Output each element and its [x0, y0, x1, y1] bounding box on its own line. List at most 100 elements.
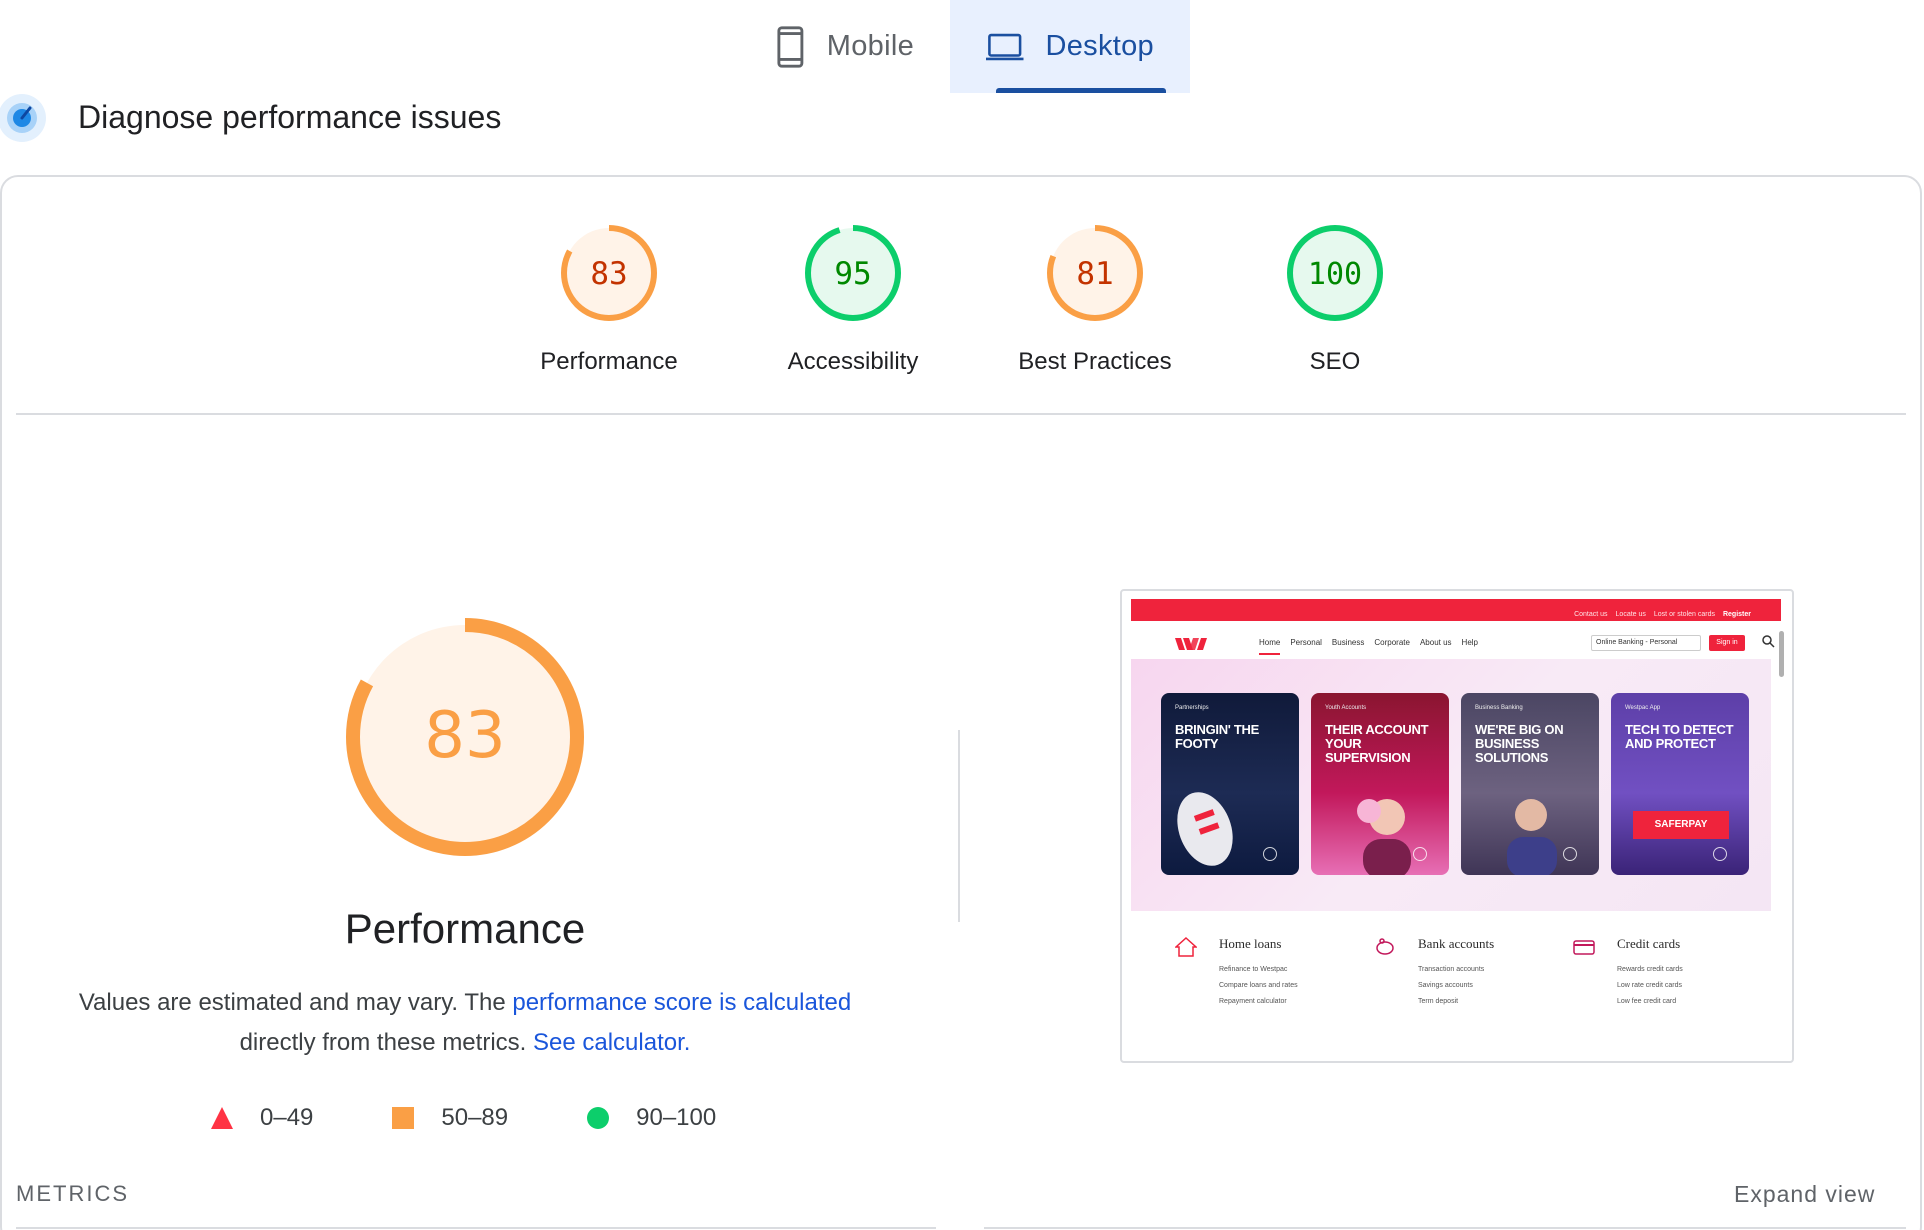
product-link: Rewards credit cards — [1617, 966, 1683, 973]
performance-description: Values are estimated and may vary. The p… — [40, 983, 890, 1063]
score-seo[interactable]: 100 SEO — [1215, 222, 1455, 376]
active-tab-indicator — [996, 88, 1166, 93]
plus-icon — [1563, 847, 1577, 861]
preview-top-links: Contact us Locate us Lost or stolen card… — [1574, 611, 1751, 618]
promo-tag: Partnerships — [1175, 705, 1209, 711]
square-icon — [392, 1107, 415, 1129]
score-value: 100 — [1308, 257, 1362, 292]
gauge-icon — [0, 94, 46, 142]
preview-nav-link: Home — [1259, 638, 1281, 655]
score-accessibility[interactable]: 95 Accessibility — [733, 222, 973, 376]
product-links: Refinance to Westpac Compare loans and r… — [1219, 962, 1298, 1010]
preview-top-bar: Contact us Locate us Lost or stolen card… — [1131, 599, 1781, 621]
product-link: Compare loans and rates — [1219, 982, 1298, 989]
promo-headline: TECH TO DETECT AND PROTECT — [1625, 722, 1734, 751]
product-link: Term deposit — [1418, 998, 1459, 1005]
see-calculator-link[interactable]: See calculator. — [533, 1029, 690, 1056]
football-image-icon — [1177, 792, 1233, 866]
preview-nav-link: Personal — [1290, 638, 1322, 647]
product-title: Bank accounts — [1418, 936, 1495, 951]
search-icon — [1762, 635, 1775, 648]
legend-range: 90–100 — [636, 1104, 717, 1131]
house-icon — [1175, 936, 1197, 957]
preview-promo-card: Business Banking WE'RE BIG ON BUSINESS S… — [1461, 693, 1599, 875]
plus-icon — [1263, 847, 1277, 861]
westpac-logo-icon — [1175, 638, 1207, 650]
preview-banking-select: Online Banking - Personal — [1591, 635, 1701, 651]
score-label: Accessibility — [787, 348, 919, 375]
product-links: Transaction accounts Savings accounts Te… — [1418, 962, 1484, 1010]
score-label: Performance — [540, 348, 678, 375]
legend-pass: 90–100 — [586, 1104, 716, 1132]
laptop-icon — [986, 33, 1024, 60]
score-label: SEO — [1309, 348, 1361, 375]
tab-desktop[interactable]: Desktop — [950, 0, 1190, 93]
product-title: Credit cards — [1617, 936, 1681, 951]
legend-range: 50–89 — [441, 1104, 509, 1131]
legend-average: 50–89 — [391, 1104, 508, 1132]
device-tabs: Mobile Desktop — [740, 0, 1190, 93]
performance-score-large: 83 — [424, 699, 505, 773]
preview-promo-card: Youth Accounts THEIR ACCOUNT YOUR SUPERV… — [1311, 693, 1449, 875]
score-value: 83 — [590, 256, 627, 292]
section-title: Diagnose performance issues — [78, 99, 502, 135]
promo-tag: Business Banking — [1475, 705, 1523, 711]
product-link: Low fee credit card — [1617, 998, 1677, 1005]
product-title: Home loans — [1219, 936, 1282, 951]
preview-hero: Partnerships BRINGIN' THE FOOTY Youth Ac… — [1131, 659, 1771, 911]
product-link: Transaction accounts — [1418, 966, 1485, 973]
preview-top-link: Contact us — [1574, 611, 1608, 618]
preview-nav-links: Home Personal Business Corporate About u… — [1259, 638, 1478, 655]
gauge-seo: 100 — [1287, 225, 1383, 321]
phone-icon — [777, 25, 804, 68]
score-calculated-link[interactable]: performance score is calculated — [512, 989, 851, 1016]
score-gauges: 83 Performance 95 Accessibility 81 Best … — [0, 222, 1924, 382]
divider — [16, 413, 1906, 415]
product-links: Rewards credit cards Low rate credit car… — [1617, 962, 1683, 1010]
tab-mobile[interactable]: Mobile — [740, 0, 950, 93]
preview-nav-link: Business — [1331, 638, 1365, 647]
gauge-performance: 83 — [561, 225, 657, 321]
page-screenshot-preview[interactable]: Contact us Locate us Lost or stolen card… — [1120, 589, 1794, 1063]
preview-top-link: Register — [1722, 611, 1751, 618]
credit-card-icon — [1573, 940, 1595, 955]
triangle-icon — [211, 1107, 233, 1129]
tab-mobile-label: Mobile — [826, 30, 914, 62]
plus-icon — [1713, 847, 1727, 861]
person-image-icon — [1357, 799, 1411, 875]
circle-icon — [587, 1107, 610, 1129]
score-best-practices[interactable]: 81 Best Practices — [975, 222, 1215, 376]
product-link: Low rate credit cards — [1617, 982, 1682, 989]
promo-headline: WE'RE BIG ON BUSINESS SOLUTIONS — [1475, 722, 1564, 765]
product-link: Repayment calculator — [1219, 998, 1287, 1005]
score-performance[interactable]: 83 Performance — [489, 222, 729, 376]
metrics-heading: METRICS — [16, 1181, 129, 1206]
score-legend: 0–49 50–89 90–100 — [210, 1098, 794, 1138]
expand-view-toggle[interactable]: Expand view — [1734, 1181, 1875, 1208]
promo-headline: THEIR ACCOUNT YOUR SUPERVISION — [1325, 722, 1429, 765]
promo-tag: Westpac App — [1625, 705, 1661, 711]
product-link: Savings accounts — [1418, 982, 1473, 989]
preview-promo-card: Westpac App TECH TO DETECT AND PROTECT S… — [1611, 693, 1749, 875]
legend-fail: 0–49 — [210, 1104, 313, 1132]
vertical-divider — [958, 730, 960, 922]
performance-title: Performance — [344, 905, 586, 952]
preview-signin-button: Sign in — [1709, 635, 1745, 651]
preview-top-link: Locate us — [1615, 611, 1646, 618]
gauge-best-practices: 81 — [1047, 225, 1143, 321]
score-label: Best Practices — [1018, 348, 1172, 375]
legend-range: 0–49 — [260, 1104, 314, 1131]
promo-tag: Youth Accounts — [1325, 705, 1367, 711]
score-value: 95 — [834, 256, 871, 292]
performance-gauge-large: 83 — [346, 618, 584, 856]
preview-nav: Home Personal Business Corporate About u… — [1131, 629, 1781, 659]
desc-text: directly from these metrics. — [239, 1029, 533, 1056]
divider — [16, 1227, 936, 1229]
preview-nav-link: Corporate — [1374, 638, 1410, 647]
gauge-accessibility: 95 — [805, 225, 901, 321]
plus-icon — [1413, 847, 1427, 861]
saferpay-badge: SAFERPAY — [1633, 811, 1729, 839]
preview-top-link: Lost or stolen cards — [1653, 611, 1715, 618]
score-value: 81 — [1076, 256, 1113, 292]
divider — [984, 1227, 1906, 1229]
